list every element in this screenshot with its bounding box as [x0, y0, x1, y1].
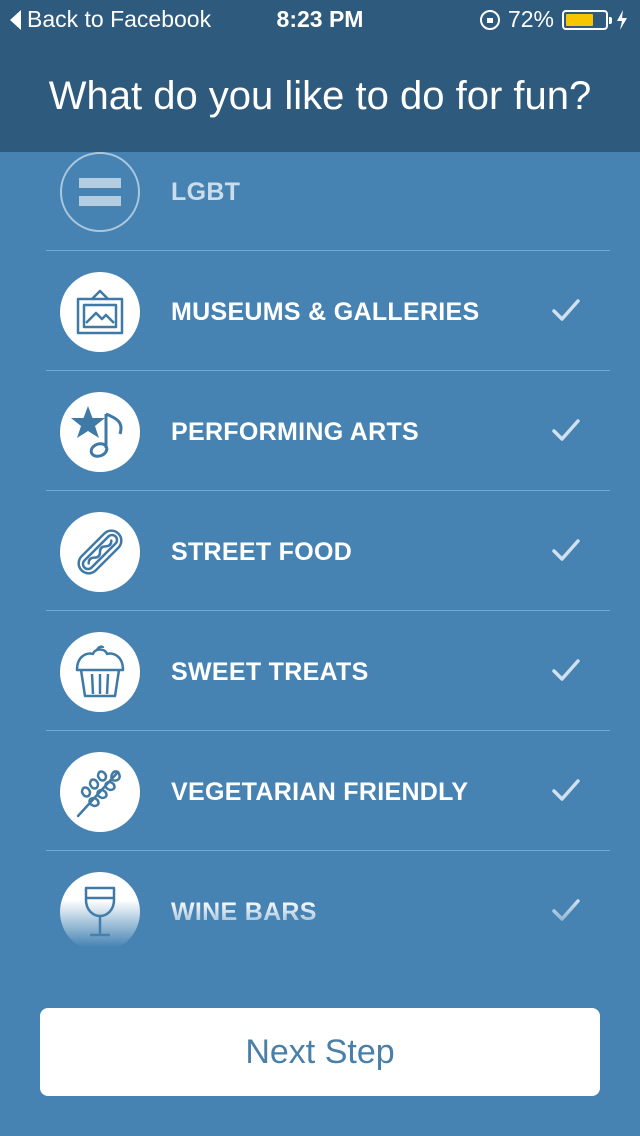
charging-bolt-icon [617, 9, 627, 30]
interest-item-vegetarian-friendly[interactable]: VEGETARIAN FRIENDLY [46, 732, 610, 851]
interest-label: PERFORMING ARTS [171, 418, 420, 446]
interest-item-lgbt[interactable]: LGBT [46, 152, 610, 251]
wheat-icon [60, 752, 140, 832]
interest-label: SWEET TREATS [171, 658, 369, 686]
interest-label: LGBT [171, 178, 241, 206]
interest-label: STREET FOOD [171, 538, 353, 566]
interest-item-performing-arts[interactable]: PERFORMING ARTS [46, 372, 610, 491]
battery-fill [566, 13, 594, 26]
rotation-lock-icon [479, 9, 500, 30]
battery-percent: 72% [507, 6, 554, 32]
check-icon [552, 659, 580, 681]
page-title: What do you like to do for fun? [0, 40, 640, 152]
battery-icon [562, 9, 612, 30]
interest-label: WINE BARS [171, 898, 317, 926]
check-icon [552, 779, 580, 801]
next-step-button[interactable]: Next Step [40, 1008, 600, 1096]
interest-item-sweet-treats[interactable]: SWEET TREATS [46, 612, 610, 731]
cupcake-icon [60, 632, 140, 712]
check-icon [552, 299, 580, 321]
interest-item-street-food[interactable]: STREET FOOD [46, 492, 610, 611]
interest-list: LGBT MUSEUMS & GALLERIES PERFORMING ARTS [0, 152, 640, 947]
check-icon [552, 539, 580, 561]
star-music-note-icon [60, 392, 140, 472]
check-icon [552, 419, 580, 441]
equals-icon [60, 152, 140, 232]
picture-frame-icon [60, 272, 140, 352]
interest-item-museums-galleries[interactable]: MUSEUMS & GALLERIES [46, 252, 610, 371]
hot-dog-icon [60, 512, 140, 592]
wine-glass-icon [60, 872, 140, 947]
check-icon [552, 899, 580, 921]
status-bar: Back to Facebook 8:23 PM 72% [0, 0, 640, 40]
interest-item-wine-bars[interactable]: WINE BARS [46, 852, 610, 947]
interest-label: VEGETARIAN FRIENDLY [171, 778, 469, 806]
interest-label: MUSEUMS & GALLERIES [171, 298, 480, 326]
